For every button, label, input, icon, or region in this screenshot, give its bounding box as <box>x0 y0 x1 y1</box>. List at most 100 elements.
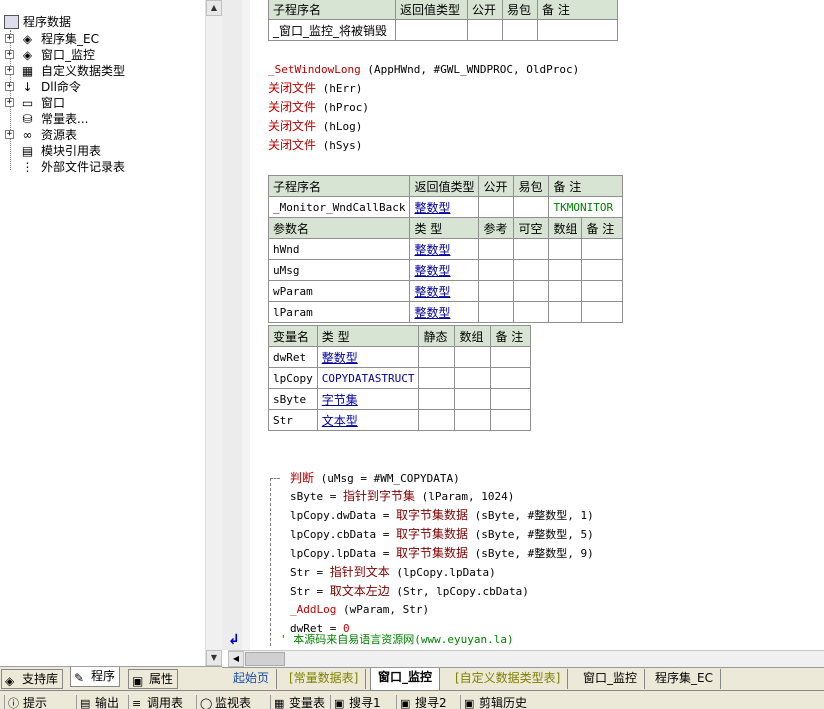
param-flag-cell[interactable] <box>548 280 583 302</box>
code-line[interactable]: _SetWindowLong (AppHWnd, #GWL_WNDPROC, O… <box>268 61 579 79</box>
public-cell[interactable] <box>478 196 515 218</box>
param-name-cell[interactable]: uMsg <box>267 259 411 281</box>
code-line[interactable]: lpCopy.lpData = 取字节集数据 (sByte, #整数型, 9) <box>290 544 594 563</box>
var-flag-cell[interactable] <box>418 346 456 368</box>
scroll-left-arrow-icon[interactable]: ◀ <box>228 651 244 667</box>
document-tab[interactable]: [自定义数据类型表] <box>448 669 569 689</box>
table-row[interactable]: Str 文本型 <box>268 409 532 431</box>
scroll-down-arrow-icon[interactable]: ▼ <box>206 650 222 666</box>
var-flag-cell[interactable] <box>490 346 532 368</box>
scroll-up-arrow-icon[interactable]: ▲ <box>206 0 222 16</box>
remark-cell[interactable]: TKMONITOR <box>548 196 624 218</box>
left-tab-3[interactable]: ▣ 属性 <box>128 669 179 689</box>
table-row[interactable]: lpCopy COPYDATASTRUCT <box>268 367 532 389</box>
var-type-cell[interactable]: COPYDATASTRUCT <box>316 367 420 389</box>
param-type-cell[interactable]: 整数型 <box>409 238 480 260</box>
tree-item[interactable]: + ◈ 程序集_EC <box>0 31 205 47</box>
output-tab[interactable]: ▤ 输出 <box>76 695 119 709</box>
table-row[interactable]: uMsg 整数型 <box>267 259 624 281</box>
return-type-cell[interactable]: 整数型 <box>409 196 480 218</box>
subroutine-name-cell[interactable]: _Monitor_WndCallBack <box>267 196 411 218</box>
tree-item[interactable]: + ↓ Dll命令 <box>0 79 205 95</box>
code-line[interactable]: _AddLog (wParam, Str) <box>290 601 594 619</box>
expand-toggle-icon[interactable]: + <box>5 130 14 139</box>
expand-toggle-icon[interactable]: + <box>5 50 14 59</box>
param-flag-cell[interactable] <box>581 259 624 281</box>
var-type-cell[interactable]: 整数型 <box>316 346 420 368</box>
table-row[interactable]: sByte 字节集 <box>268 388 532 410</box>
table-row[interactable]: _Monitor_WndCallBack 整数型 TKMONITOR <box>267 196 624 218</box>
var-flag-cell[interactable] <box>490 409 532 431</box>
param-flag-cell[interactable] <box>513 301 550 323</box>
table-row[interactable]: wParam 整数型 <box>267 280 624 302</box>
tree-item[interactable]: ⋮ 外部文件记录表 <box>0 159 205 175</box>
subroutine-table[interactable]: 子程序名 返回值类型 公开 易包 备 注 _Monitor_WndCallBac… <box>267 175 624 323</box>
tree-item[interactable]: ⛁ 常量表... <box>0 111 205 127</box>
param-flag-cell[interactable] <box>478 301 515 323</box>
code-editor[interactable]: 子程序名 返回值类型 公开 易包 备 注 _窗口_监控_将被销毁 _SetWin… <box>250 0 824 650</box>
param-flag-cell[interactable] <box>513 280 550 302</box>
output-tab[interactable]: ▣ 剪辑历史 <box>460 695 527 709</box>
param-flag-cell[interactable] <box>548 238 583 260</box>
expand-toggle-icon[interactable]: + <box>5 82 14 91</box>
output-tab[interactable]: ▦ 变量表 <box>270 695 325 709</box>
param-flag-cell[interactable] <box>581 301 624 323</box>
output-tab[interactable]: ≡ 调用表 <box>128 695 183 709</box>
param-flag-cell[interactable] <box>513 259 550 281</box>
var-flag-cell[interactable] <box>418 388 456 410</box>
editor-horizontal-scrollbar[interactable]: ◀ <box>228 650 824 667</box>
param-name-cell[interactable]: hWnd <box>267 238 411 260</box>
output-tab[interactable]: ⓘ 提示 <box>4 695 47 709</box>
code-line[interactable]: 关闭文件 (hProc) <box>268 98 579 117</box>
remark-cell[interactable] <box>537 19 618 41</box>
var-flag-cell[interactable] <box>454 346 492 368</box>
left-tab-2[interactable]: ✎ 程序 <box>70 667 121 687</box>
param-flag-cell[interactable] <box>581 238 624 260</box>
var-name-cell[interactable]: dwRet <box>268 346 318 368</box>
param-flag-cell[interactable] <box>548 259 583 281</box>
var-name-cell[interactable]: sByte <box>268 388 318 410</box>
expand-toggle-icon[interactable]: + <box>5 98 14 107</box>
var-flag-cell[interactable] <box>490 367 532 389</box>
table-row[interactable]: hWnd 整数型 <box>267 238 624 260</box>
expand-toggle-icon[interactable]: + <box>5 66 14 75</box>
code-line[interactable]: lpCopy.dwData = 取字节集数据 (sByte, #整数型, 1) <box>290 506 594 525</box>
code-line[interactable]: sByte = 指针到字节集 (lParam, 1024) <box>290 487 594 506</box>
return-type-cell[interactable] <box>395 19 468 41</box>
comment-line[interactable]: ' 本源码来自易语言资源网(www.eyuyan.la) <box>280 631 514 649</box>
code-line[interactable]: 关闭文件 (hErr) <box>268 79 579 98</box>
scroll-thumb[interactable] <box>245 652 285 666</box>
document-tab[interactable]: 窗口_监控 <box>370 668 441 690</box>
var-name-cell[interactable]: Str <box>268 409 318 431</box>
program-tree[interactable]: 程序数据 + ◈ 程序集_EC + ◈ 窗口_监控 + ▦ 自定义数据类型 + ↓ Dll命令 + ▭ 窗口… <box>0 0 205 666</box>
if-statement-line[interactable]: 判断 (uMsg = #WM_COPYDATA) <box>290 469 460 488</box>
code-block[interactable]: sByte = 指针到字节集 (lParam, 1024) lpCopy.dwDa… <box>290 487 594 638</box>
tree-item[interactable]: ▤ 模块引用表 <box>0 143 205 159</box>
param-type-cell[interactable]: 整数型 <box>409 301 480 323</box>
var-flag-cell[interactable] <box>490 388 532 410</box>
param-flag-cell[interactable] <box>581 280 624 302</box>
table-row[interactable]: dwRet 整数型 <box>268 346 532 368</box>
expand-toggle-icon[interactable]: + <box>5 34 14 43</box>
tree-item[interactable]: + ◈ 窗口_监控 <box>0 47 205 63</box>
code-line[interactable]: lpCopy.cbData = 取字节集数据 (sByte, #整数型, 5) <box>290 525 594 544</box>
param-flag-cell[interactable] <box>478 259 515 281</box>
output-tab[interactable]: ◯ 监视表 <box>196 695 251 709</box>
code-line[interactable]: 关闭文件 (hLog) <box>268 117 579 136</box>
param-flag-cell[interactable] <box>548 301 583 323</box>
var-flag-cell[interactable] <box>454 388 492 410</box>
subroutine-name-cell[interactable]: _窗口_监控_将被销毁 <box>268 19 396 41</box>
document-tab[interactable]: [常量数据表] <box>282 669 367 689</box>
param-flag-cell[interactable] <box>478 280 515 302</box>
output-tab[interactable]: ▣ 搜寻1 <box>330 695 381 709</box>
table-row[interactable]: lParam 整数型 <box>267 301 624 323</box>
document-tab[interactable]: 窗口_监控 <box>576 669 646 689</box>
document-tab[interactable]: 起始页 <box>226 669 278 689</box>
document-tab[interactable]: 程序集_EC <box>648 669 721 689</box>
code-block[interactable]: _SetWindowLong (AppHWnd, #GWL_WNDPROC, O… <box>268 61 579 155</box>
public-cell[interactable] <box>467 19 503 41</box>
variable-table[interactable]: 变量名 类 型 静态 数组 备 注 dwRet 整数型 lpCopy COPYDATA… <box>268 325 532 431</box>
param-type-cell[interactable]: 整数型 <box>409 259 480 281</box>
param-flag-cell[interactable] <box>513 238 550 260</box>
param-type-cell[interactable]: 整数型 <box>409 280 480 302</box>
